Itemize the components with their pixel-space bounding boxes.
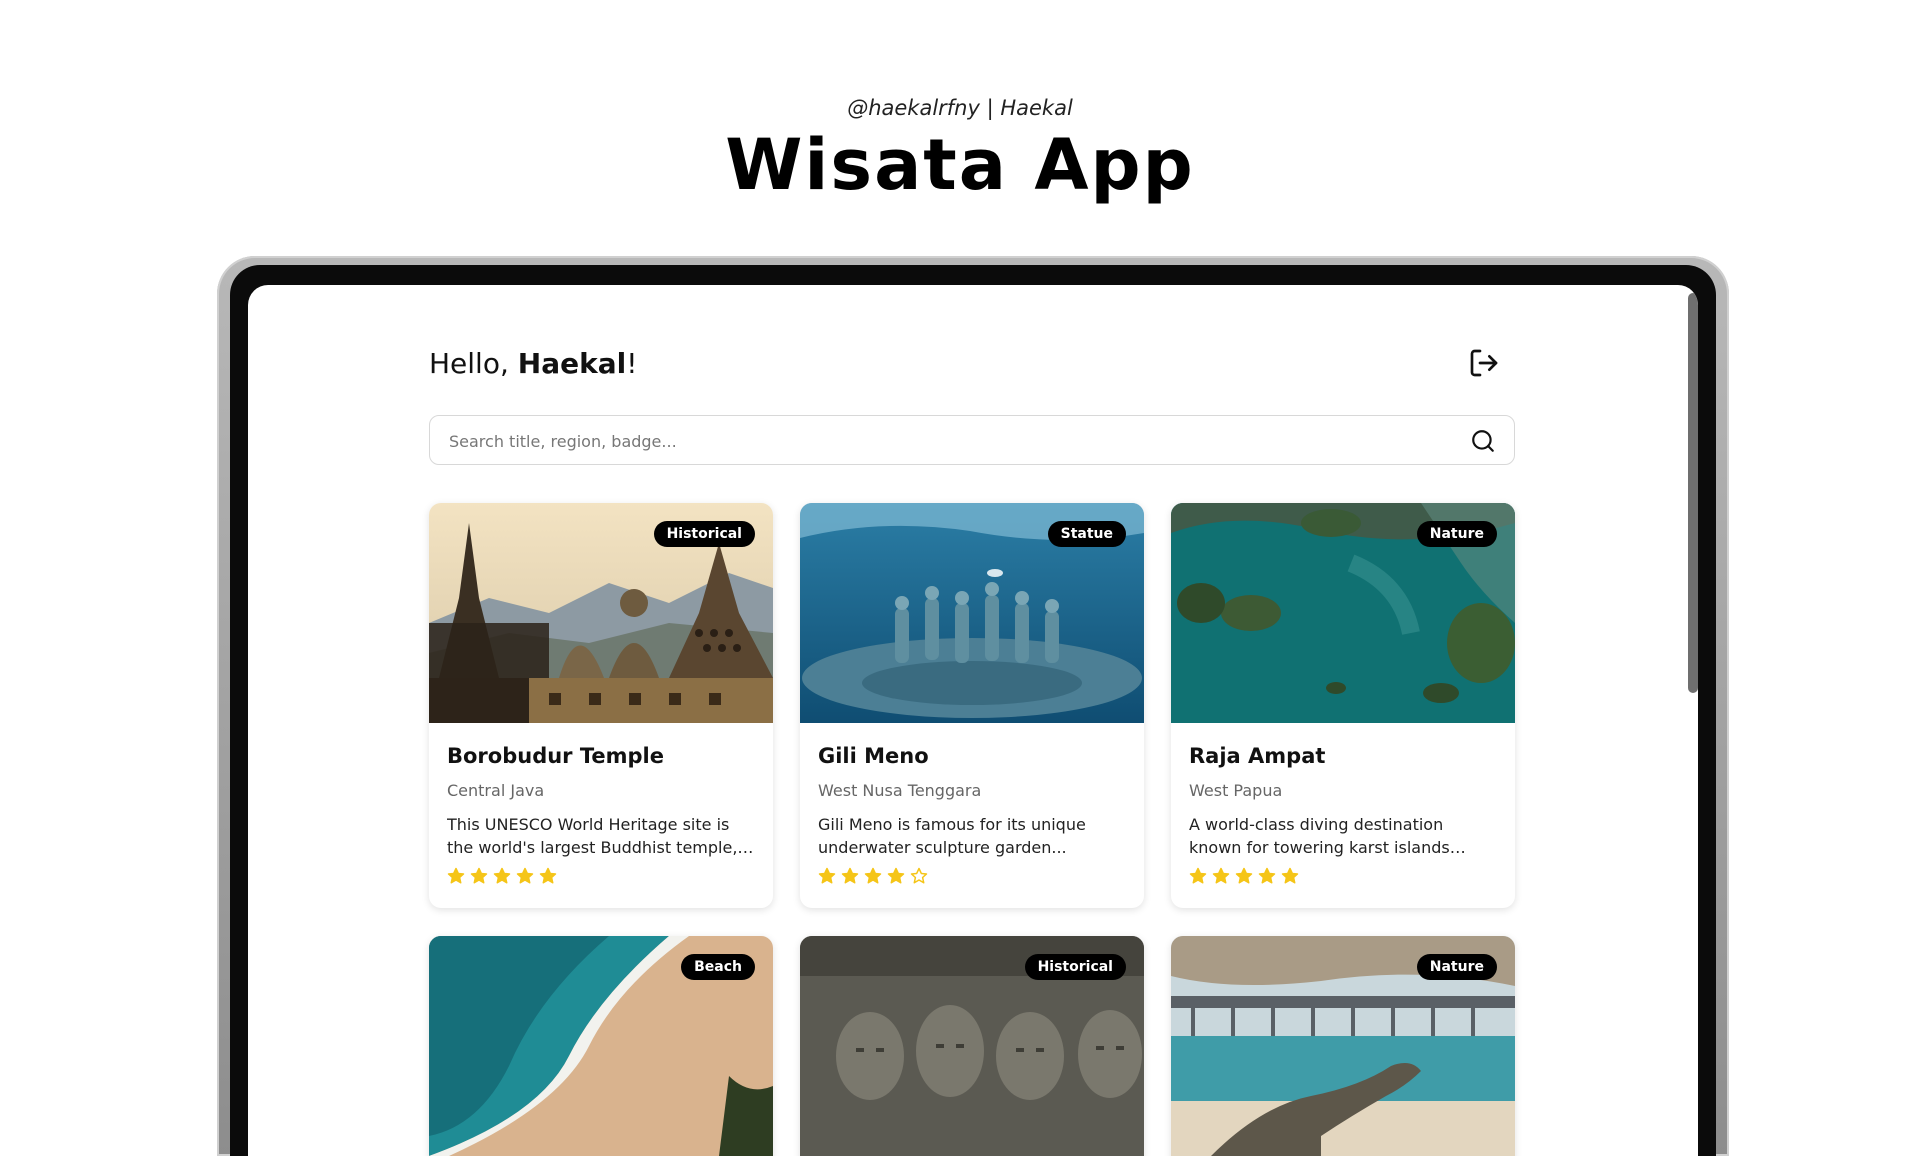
star-filled-icon <box>447 867 465 884</box>
search-input[interactable] <box>447 416 1451 466</box>
app-screen: Hello, Haekal! Search title, region, bad… <box>248 285 1698 1156</box>
tablet-frame: Hello, Haekal! Search title, region, bad… <box>217 256 1729 1156</box>
star-filled-icon <box>887 867 905 884</box>
destination-description: This UNESCO World Heritage site is the w… <box>447 815 738 857</box>
destination-card[interactable]: Statue Gili Meno West Nusa Tenggara Gili… <box>800 503 1144 908</box>
destination-image: Nature <box>1171 503 1515 723</box>
destination-title: Borobudur Temple <box>447 744 664 768</box>
destination-region: West Papua <box>1189 781 1283 800</box>
star-filled-icon <box>864 867 882 884</box>
destination-image: Beach <box>429 936 773 1156</box>
star-filled-icon <box>493 867 511 884</box>
destination-card[interactable]: Beach <box>429 936 773 1156</box>
destination-region: West Nusa Tenggara <box>818 781 982 800</box>
star-filled-icon <box>841 867 859 884</box>
star-filled-icon <box>539 867 557 884</box>
destination-grid: Historical Borobudur Temple Central Java… <box>429 503 1515 1156</box>
destination-title: Raja Ampat <box>1189 744 1326 768</box>
category-badge: Statue <box>1047 521 1126 547</box>
scrollbar[interactable] <box>1688 293 1698 693</box>
star-filled-icon <box>470 867 488 884</box>
search-bar <box>429 415 1515 466</box>
star-filled-icon <box>1281 867 1299 884</box>
star-filled-icon <box>1212 867 1230 884</box>
destination-image: Nature <box>1171 936 1515 1156</box>
tablet-bezel: Hello, Haekal! Search title, region, bad… <box>230 265 1716 1156</box>
greeting-suffix: ! <box>626 347 638 380</box>
star-filled-icon <box>1189 867 1207 884</box>
app-title: Wisata App <box>725 124 1195 206</box>
destination-card[interactable]: Nature <box>1171 936 1515 1156</box>
greeting: Hello, Haekal! <box>429 347 637 380</box>
destination-description: Gili Meno is famous for its unique under… <box>818 815 1086 857</box>
destination-image: Historical <box>800 936 1144 1156</box>
category-badge: Historical <box>653 521 755 547</box>
star-filled-icon <box>1235 867 1253 884</box>
destination-image: Statue <box>800 503 1144 723</box>
destination-description: A world-class diving destination known f… <box>1189 815 1450 857</box>
author-credit: @haekalrfny | Haekal <box>847 96 1073 120</box>
star-empty-icon <box>910 867 928 884</box>
destination-image: Historical <box>429 503 773 723</box>
destination-title: Gili Meno <box>818 744 929 768</box>
rating-stars <box>1189 867 1497 885</box>
destination-card[interactable]: Nature Raja Ampat West Papua A world-cla… <box>1171 503 1515 908</box>
category-badge: Nature <box>1416 521 1497 547</box>
search-icon[interactable] <box>1470 428 1496 454</box>
star-filled-icon <box>516 867 534 884</box>
destination-card[interactable]: Historical <box>800 936 1144 1156</box>
category-badge: Beach <box>681 954 755 980</box>
rating-stars <box>447 867 755 885</box>
star-filled-icon <box>818 867 836 884</box>
destination-region: Central Java <box>447 781 545 800</box>
logout-button[interactable] <box>1468 347 1500 379</box>
category-badge: Nature <box>1416 954 1497 980</box>
star-filled-icon <box>1258 867 1276 884</box>
logout-icon <box>1470 349 1498 377</box>
destination-card[interactable]: Historical Borobudur Temple Central Java… <box>429 503 773 908</box>
user-name: Haekal <box>517 347 627 380</box>
greeting-prefix: Hello, <box>429 347 518 380</box>
category-badge: Historical <box>1024 954 1126 980</box>
rating-stars <box>818 867 1126 885</box>
